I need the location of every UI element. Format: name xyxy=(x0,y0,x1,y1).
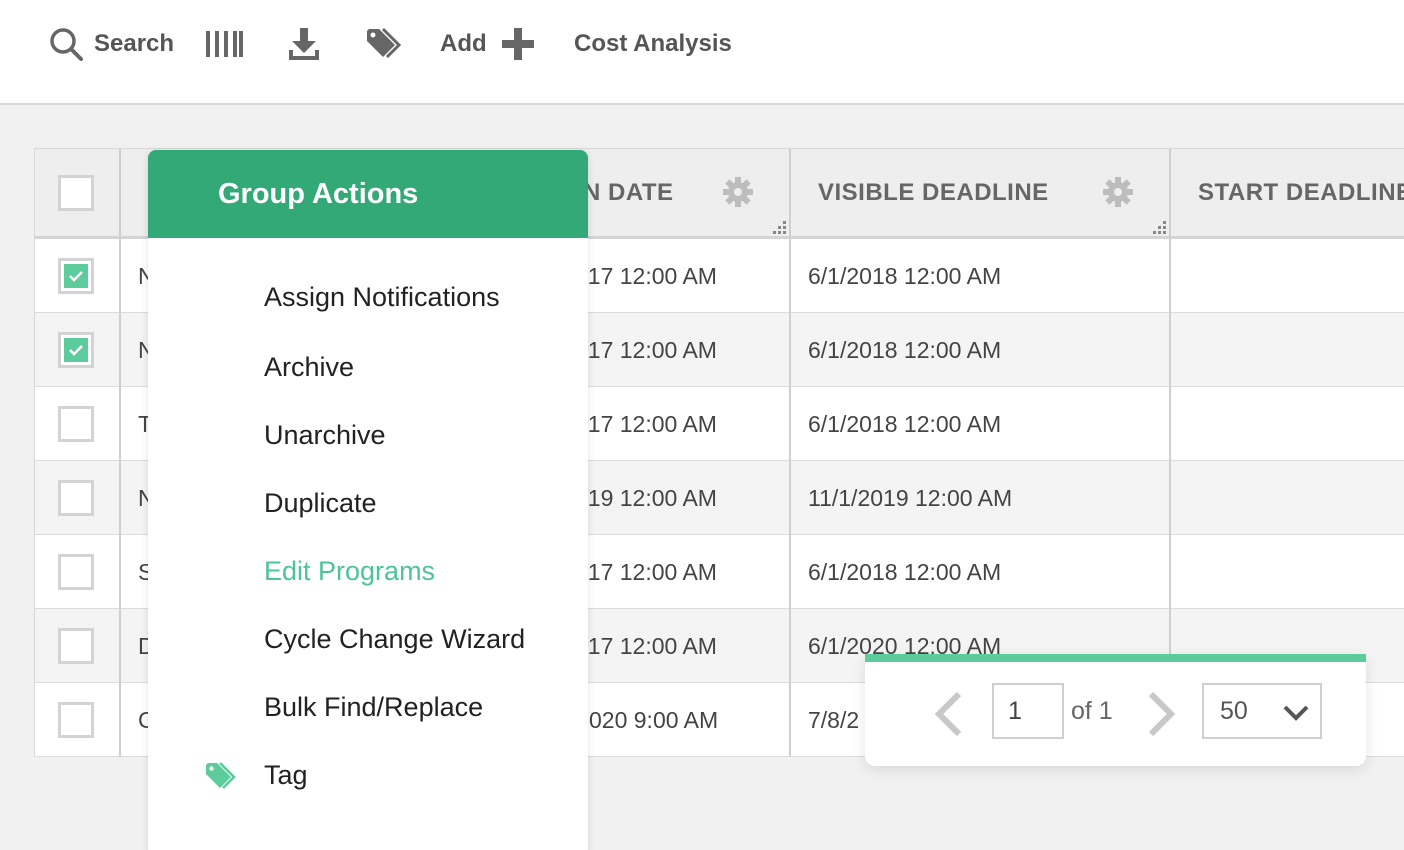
checkbox-column xyxy=(35,149,121,757)
plus-icon xyxy=(501,27,535,61)
menu-item-unarchive[interactable]: Unarchive xyxy=(264,420,386,451)
page-count-label: of 1 xyxy=(1071,696,1113,725)
tag-button[interactable] xyxy=(365,22,403,66)
gear-icon[interactable] xyxy=(722,176,754,213)
row-checkbox[interactable] xyxy=(58,480,94,516)
add-button[interactable]: Add xyxy=(440,22,535,66)
search-label: Search xyxy=(94,30,175,57)
resize-handle-icon[interactable] xyxy=(773,221,787,240)
row-visible-deadline: 6/1/2018 12:00 AM xyxy=(808,263,1002,289)
row-visible-deadline: 6/1/2018 12:00 AM xyxy=(808,559,1002,585)
download-button[interactable] xyxy=(288,22,320,66)
menu-item-assign-notifications[interactable]: Assign Notifications xyxy=(264,282,500,313)
row-date: 017 12:00 AM xyxy=(575,263,717,289)
row-checkbox[interactable] xyxy=(58,628,94,664)
search-button[interactable]: Search xyxy=(48,22,174,66)
column-header-visible-deadline[interactable]: VISIBLE DEADLINE xyxy=(818,149,1049,236)
row-checkbox[interactable] xyxy=(58,258,94,294)
previous-page-button[interactable] xyxy=(931,690,965,743)
chevron-down-icon xyxy=(1282,701,1310,730)
row-date: 017 12:00 AM xyxy=(575,411,717,437)
add-label: Add xyxy=(440,30,487,57)
menu-item-cycle-change-wizard[interactable]: Cycle Change Wizard xyxy=(264,624,525,655)
tag-icon xyxy=(204,761,238,796)
columns-button[interactable] xyxy=(205,22,243,66)
tag-icon xyxy=(365,27,403,61)
row-checkbox[interactable] xyxy=(58,702,94,738)
search-icon xyxy=(48,26,84,62)
select-all-checkbox[interactable] xyxy=(58,175,94,211)
group-actions-header: Group Actions xyxy=(148,150,588,238)
row-date: 017 12:00 AM xyxy=(575,337,717,363)
cost-analysis-label: Cost Analysis xyxy=(574,30,732,57)
check-icon xyxy=(64,338,88,362)
row-checkbox[interactable] xyxy=(58,554,94,590)
row-visible-deadline: 11/1/2019 12:00 AM xyxy=(808,485,1013,511)
row-checkbox[interactable] xyxy=(58,406,94,442)
menu-item-archive[interactable]: Archive xyxy=(264,352,354,383)
cost-analysis-button[interactable]: Cost Analysis xyxy=(574,22,732,66)
row-visible-deadline: 7/8/2 xyxy=(808,707,860,733)
page-number-input[interactable]: 1 xyxy=(992,683,1064,739)
menu-item-tag[interactable]: Tag xyxy=(264,760,308,791)
menu-item-edit-programs[interactable]: Edit Programs xyxy=(264,556,435,587)
download-icon xyxy=(288,26,320,62)
page-size-value: 50 xyxy=(1220,696,1248,725)
check-icon xyxy=(64,264,88,288)
group-actions-menu: Group Actions Assign Notifications Archi… xyxy=(148,150,588,850)
column-header-date[interactable]: N DATE xyxy=(583,149,674,236)
row-date: 020 9:00 AM xyxy=(589,707,719,733)
page-size-select[interactable]: 50 xyxy=(1202,683,1322,739)
column-header-start-deadline[interactable]: START DEADLINE xyxy=(1198,149,1404,236)
gear-icon[interactable] xyxy=(1102,176,1134,213)
row-visible-deadline: 6/1/2018 12:00 AM xyxy=(808,337,1002,363)
row-visible-deadline: 6/1/2018 12:00 AM xyxy=(808,411,1002,437)
row-checkbox[interactable] xyxy=(58,332,94,368)
menu-item-bulk-find-replace[interactable]: Bulk Find/Replace xyxy=(264,692,483,723)
pager: 1 of 1 50 xyxy=(865,654,1366,766)
resize-handle-icon[interactable] xyxy=(1153,221,1167,240)
group-actions-title: Group Actions xyxy=(218,177,419,210)
columns-icon xyxy=(205,29,243,59)
row-date: 019 12:00 AM xyxy=(575,485,717,511)
toolbar: Search Add Cost Analysis xyxy=(0,0,1404,105)
next-page-button[interactable] xyxy=(1145,690,1179,743)
row-date: 017 12:00 AM xyxy=(575,633,717,659)
row-date: 017 12:00 AM xyxy=(575,559,717,585)
menu-item-duplicate[interactable]: Duplicate xyxy=(264,488,377,519)
